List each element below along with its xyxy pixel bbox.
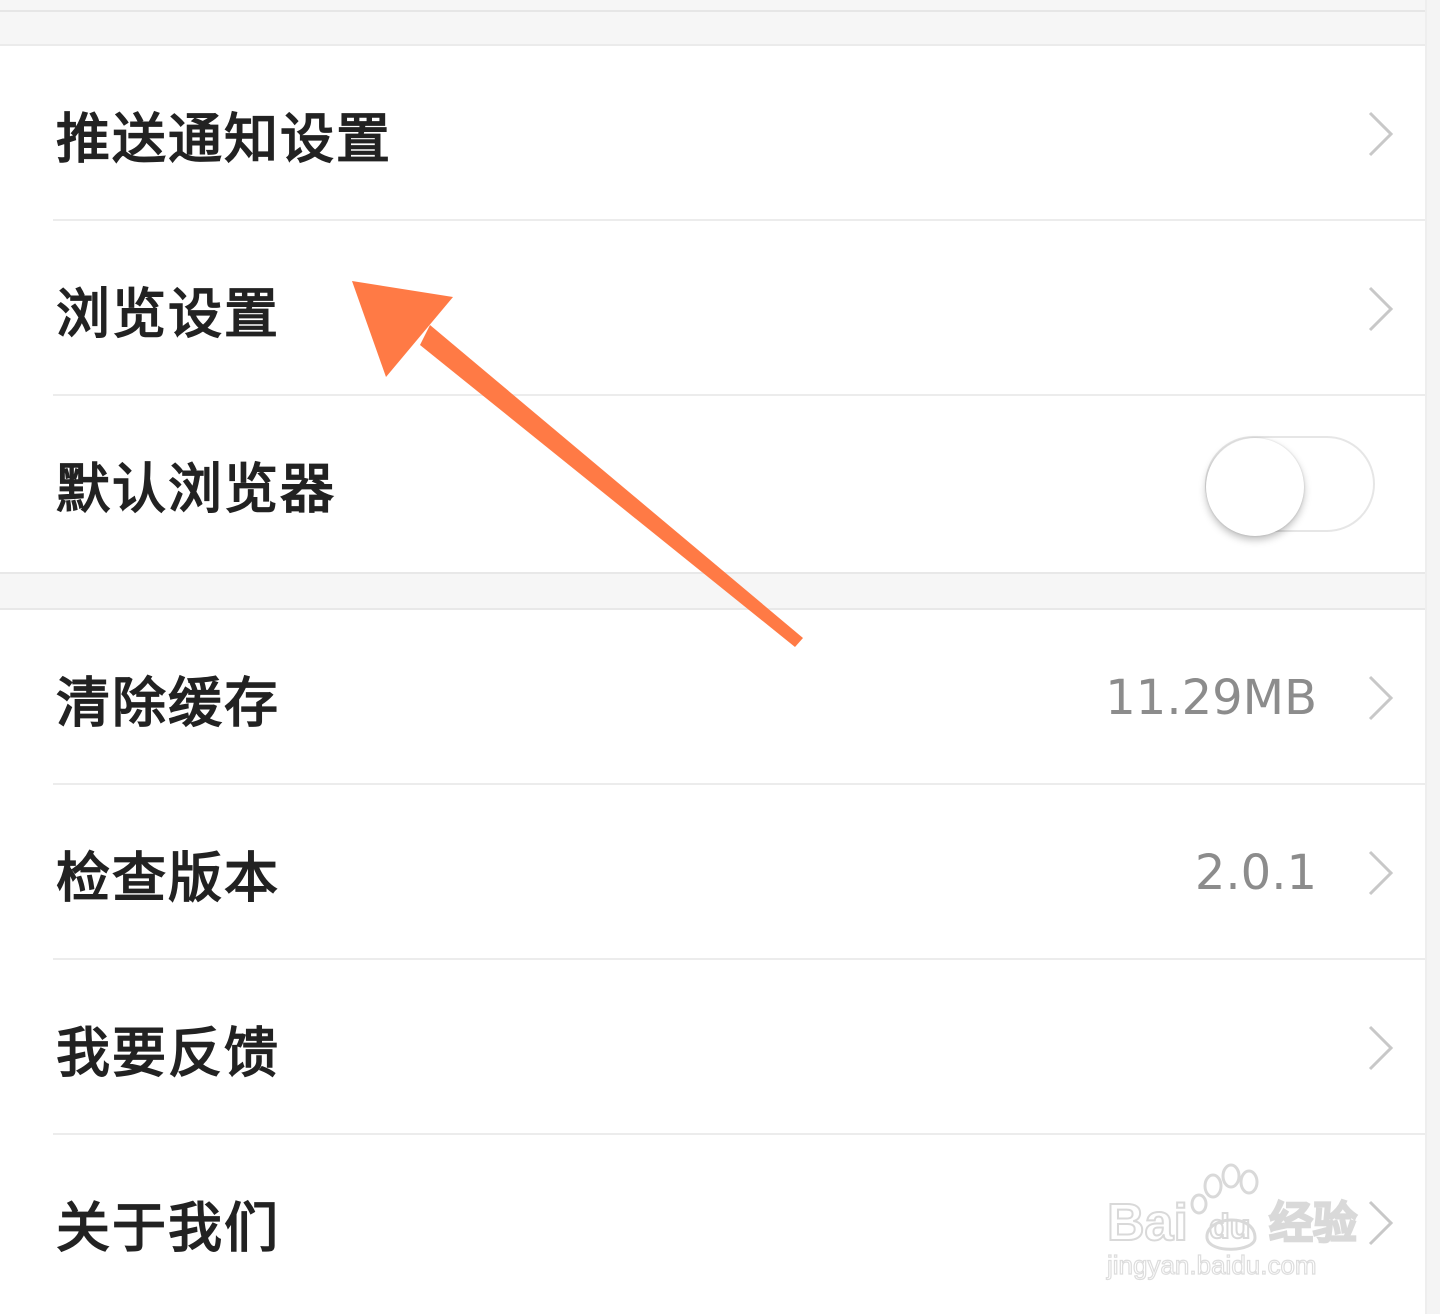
settings-group-1: 推送通知设置 浏览设置 默认浏览器 xyxy=(0,46,1425,572)
chevron-right-icon xyxy=(1368,850,1394,895)
setting-row-feedback[interactable]: 我要反馈 xyxy=(0,960,1425,1135)
settings-group-2: 清除缓存 11.29MB 检查版本 2.0.1 我要反馈 关于我们 xyxy=(0,610,1425,1314)
setting-label: 清除缓存 xyxy=(56,671,280,734)
setting-row-push-notifications[interactable]: 推送通知设置 xyxy=(0,46,1425,221)
setting-label: 检查版本 xyxy=(56,846,280,909)
group-separator xyxy=(0,572,1440,610)
top-spacer xyxy=(0,0,1440,46)
setting-row-default-browser: 默认浏览器 xyxy=(0,396,1425,571)
version-value: 2.0.1 xyxy=(1194,844,1317,901)
toggle-knob xyxy=(1206,437,1304,536)
default-browser-toggle[interactable] xyxy=(1205,435,1375,536)
chevron-right-icon xyxy=(1368,111,1394,156)
setting-label: 默认浏览器 xyxy=(56,457,336,520)
chevron-right-icon xyxy=(1368,286,1394,331)
setting-label: 推送通知设置 xyxy=(56,107,392,170)
chevron-right-icon xyxy=(1368,1200,1394,1245)
right-edge-rail xyxy=(1425,0,1440,1314)
setting-label: 关于我们 xyxy=(56,1196,280,1259)
setting-label: 我要反馈 xyxy=(56,1021,280,1084)
chevron-right-icon xyxy=(1368,1025,1394,1070)
setting-label: 浏览设置 xyxy=(56,282,280,345)
setting-row-about-us[interactable]: 关于我们 xyxy=(0,1135,1425,1310)
setting-row-browse-settings[interactable]: 浏览设置 xyxy=(0,221,1425,396)
setting-row-clear-cache[interactable]: 清除缓存 11.29MB xyxy=(0,610,1425,785)
chevron-right-icon xyxy=(1368,675,1394,720)
cache-size-value: 11.29MB xyxy=(1105,669,1317,726)
setting-row-check-version[interactable]: 检查版本 2.0.1 xyxy=(0,785,1425,960)
